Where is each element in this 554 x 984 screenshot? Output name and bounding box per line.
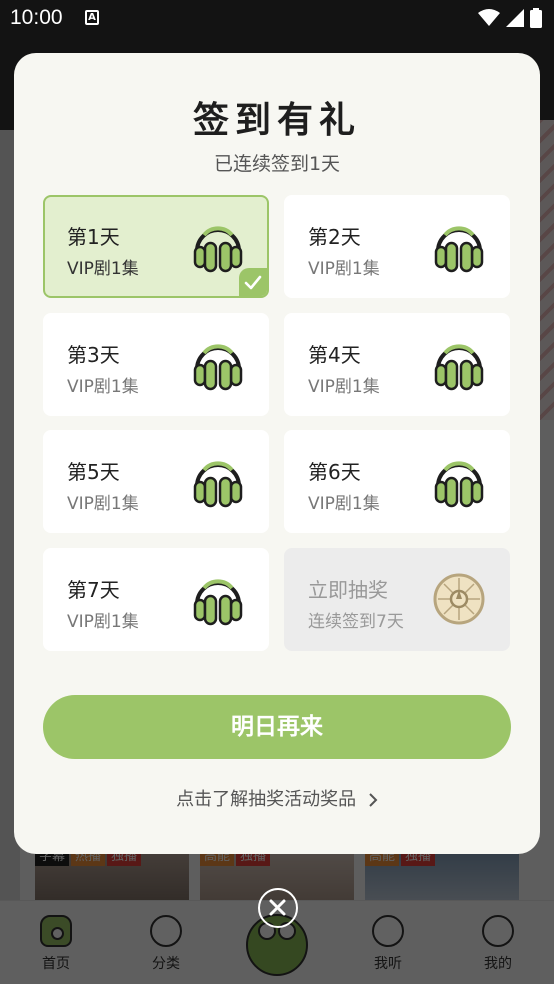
day-card-2[interactable]: 第2天 VIP剧1集: [284, 195, 510, 298]
a-box-icon: A: [85, 10, 99, 25]
lottery-desc: 连续签到7天: [308, 612, 404, 632]
day-card-3[interactable]: 第3天 VIP剧1集: [43, 313, 269, 416]
come-back-tomorrow-button[interactable]: 明日再来: [43, 695, 511, 759]
headphones-icon: [193, 579, 243, 626]
day-card-6[interactable]: 第6天 VIP剧1集: [284, 430, 510, 533]
day-label: 第2天: [308, 225, 361, 249]
close-button[interactable]: [258, 888, 298, 928]
reward-label: VIP剧1集: [67, 494, 139, 514]
signin-dialog: 签到有礼 已连续签到1天 第1天 VIP剧1集 第2天 VIP剧1集 第3天 V…: [14, 53, 540, 854]
dialog-title: 签到有礼: [192, 100, 361, 141]
day-label: 第7天: [67, 578, 120, 602]
check-badge: [239, 268, 267, 296]
day-label: 第5天: [67, 460, 120, 484]
status-bar: 10:00 A: [0, 0, 554, 36]
lottery-wheel-icon: [433, 573, 485, 625]
headphones-icon: [193, 344, 243, 391]
day-label: 第4天: [308, 343, 361, 367]
reward-label: VIP剧1集: [67, 377, 139, 397]
headphones-icon: [193, 461, 243, 508]
day-card-4[interactable]: 第4天 VIP剧1集: [284, 313, 510, 416]
signal-icon: [506, 9, 524, 27]
lottery-title: 立即抽奖: [308, 578, 388, 602]
day-label: 第1天: [67, 225, 120, 249]
day-card-5[interactable]: 第5天 VIP剧1集: [43, 430, 269, 533]
headphones-icon: [193, 226, 243, 273]
lottery-card[interactable]: 立即抽奖 连续签到7天: [284, 548, 510, 651]
reward-label: VIP剧1集: [67, 612, 139, 632]
day-card-1[interactable]: 第1天 VIP剧1集: [43, 195, 269, 298]
close-icon: [269, 899, 286, 916]
battery-icon: [530, 8, 542, 28]
wifi-icon: [478, 9, 500, 26]
rules-link-label: 点击了解抽奖活动奖品: [176, 789, 357, 810]
status-time: 10:00: [10, 6, 63, 29]
reward-label: VIP剧1集: [67, 259, 139, 279]
headphones-icon: [434, 226, 484, 273]
dialog-subtitle: 已连续签到1天: [213, 153, 341, 175]
headphones-icon: [434, 344, 484, 391]
lottery-rules-link[interactable]: 点击了解抽奖活动奖品: [14, 785, 540, 811]
reward-label: VIP剧1集: [308, 494, 380, 514]
day-label: 第6天: [308, 460, 361, 484]
reward-label: VIP剧1集: [308, 259, 380, 279]
day-card-7[interactable]: 第7天 VIP剧1集: [43, 548, 269, 651]
headphones-icon: [434, 461, 484, 508]
check-icon: [244, 275, 262, 290]
day-label: 第3天: [67, 343, 120, 367]
chevron-right-icon: [369, 793, 378, 807]
reward-label: VIP剧1集: [308, 377, 380, 397]
